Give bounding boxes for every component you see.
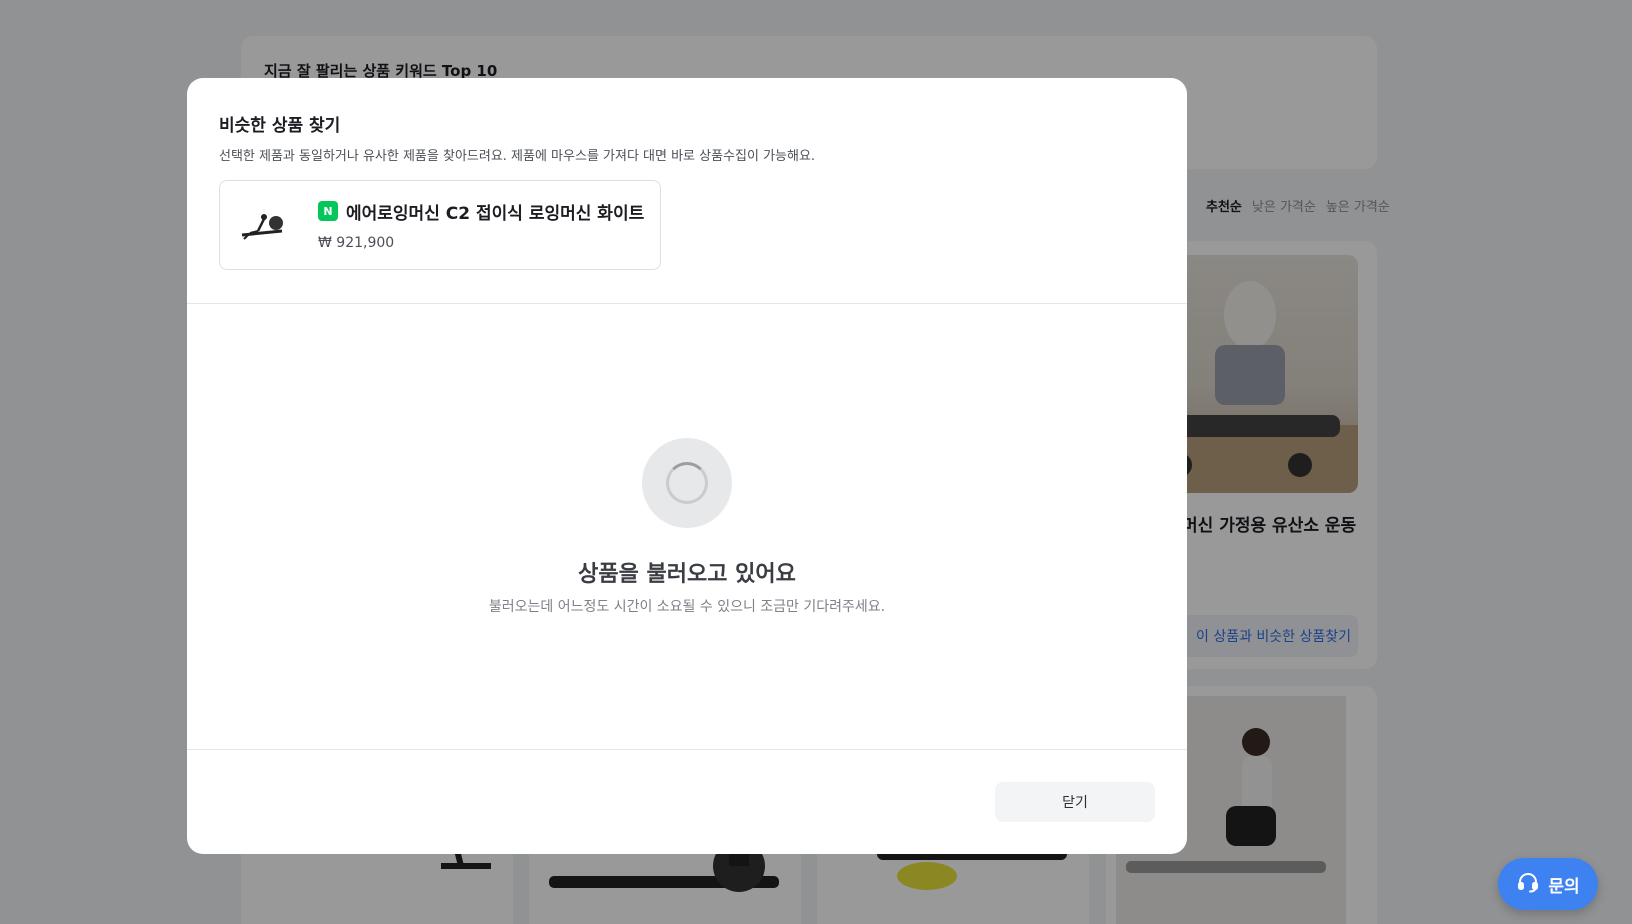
find-similar-modal: 비슷한 상품 찾기 선택한 제품과 동일하거나 유사한 제품을 찾아드려요. 제… <box>187 78 1187 854</box>
modal-body: 상품을 불러오고 있어요 불러오는데 어느정도 시간이 소요될 수 있으니 조금… <box>187 304 1187 750</box>
modal-description: 선택한 제품과 동일하거나 유사한 제품을 찾아드려요. 제품에 마우스를 가져… <box>219 149 816 164</box>
loading-description: 불러오는데 어느정도 시간이 소요될 수 있으니 조금만 기다려주세요. <box>488 599 886 615</box>
loading-spinner-icon <box>642 438 732 528</box>
loading-title: 상품을 불러오고 있어요 <box>578 562 796 587</box>
modal-title: 비슷한 상품 찾기 <box>219 116 341 136</box>
reference-product-price: ₩ 921,900 <box>318 235 395 251</box>
close-button[interactable]: 닫기 <box>995 782 1155 822</box>
reference-product-card: N 에어로잉머신 C2 접이식 로잉머신 화이트 ₩ 921,900 <box>219 180 661 270</box>
modal-header: 비슷한 상품 찾기 선택한 제품과 동일하거나 유사한 제품을 찾아드려요. 제… <box>187 78 1187 304</box>
help-label: 문의 <box>1548 876 1580 897</box>
modal-footer: 닫기 <box>187 750 1187 854</box>
help-inquiry-button[interactable]: 문의 <box>1498 858 1598 910</box>
spinner-ring <box>666 462 708 504</box>
naver-store-icon: N <box>318 201 338 221</box>
reference-product-image <box>238 201 288 251</box>
headset-icon <box>1516 870 1540 899</box>
reference-product-name: 에어로잉머신 C2 접이식 로잉머신 화이트 <box>346 204 645 224</box>
